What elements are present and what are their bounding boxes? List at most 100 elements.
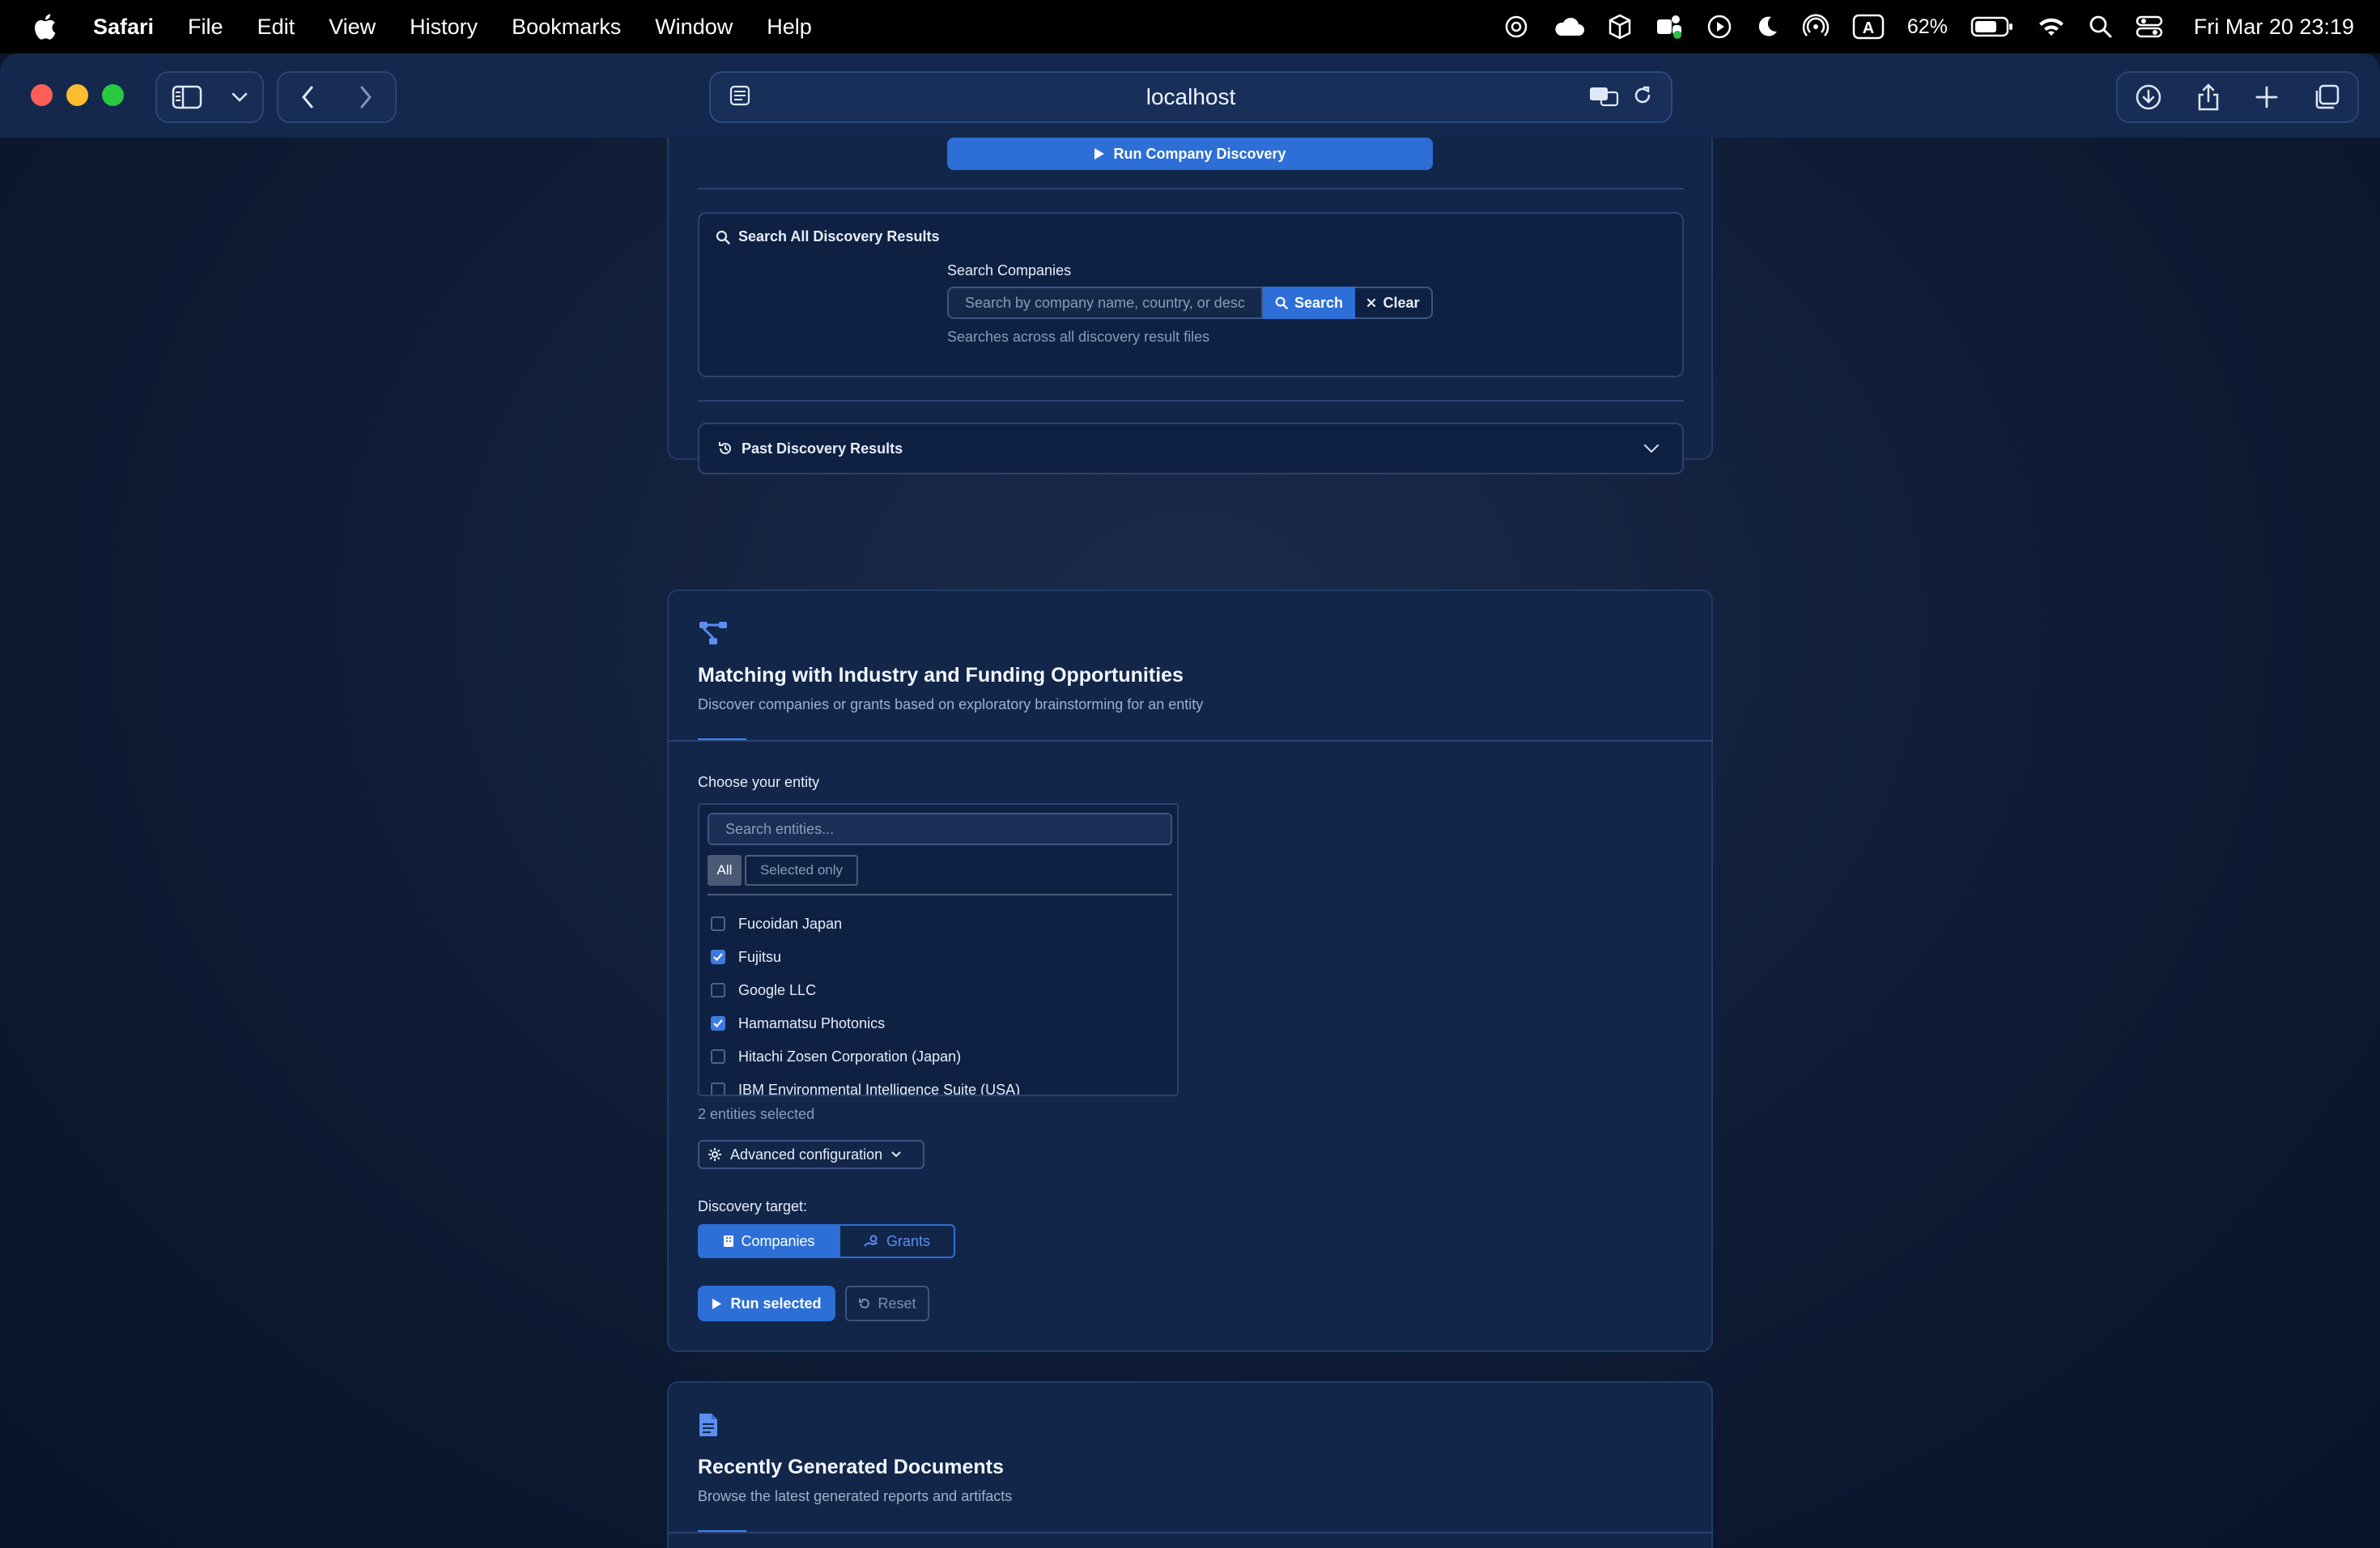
menu-app-name[interactable]: Safari [93, 15, 154, 40]
building-icon [724, 1235, 734, 1247]
zoom-window-button[interactable] [102, 84, 124, 106]
past-discovery-results-toggle[interactable]: Past Discovery Results [698, 423, 1684, 474]
close-window-button[interactable] [31, 84, 53, 106]
menu-history[interactable]: History [410, 15, 478, 40]
play-circle-icon[interactable] [1706, 14, 1732, 40]
advanced-configuration-toggle[interactable]: Advanced configuration [698, 1140, 924, 1169]
entity-name: Fucoidan Japan [738, 915, 843, 932]
openai-icon[interactable] [1502, 13, 1530, 40]
filter-all-button[interactable]: All [708, 855, 742, 886]
forward-icon[interactable] [359, 85, 373, 109]
browser-toolbar: localhost [0, 53, 2380, 138]
battery-icon[interactable] [1970, 16, 2014, 37]
search-button-label: Search [1294, 294, 1344, 311]
entity-name: Google LLC [738, 981, 817, 998]
play-icon [1094, 148, 1105, 159]
box-icon[interactable] [1608, 14, 1632, 40]
search-icon [716, 230, 730, 245]
share-icon[interactable] [2196, 83, 2221, 112]
menu-help[interactable]: Help [767, 15, 812, 40]
page-content: Run Company Discovery Search All Discove… [0, 138, 2380, 1548]
menu-bookmarks[interactable]: Bookmarks [512, 15, 621, 40]
company-discovery-card: Run Company Discovery Search All Discove… [667, 138, 1713, 474]
chevron-down-icon [891, 1151, 901, 1158]
search-companies-input[interactable] [947, 287, 1263, 319]
reload-icon[interactable] [1632, 84, 1653, 107]
teams-icon[interactable] [1655, 13, 1684, 40]
entity-checkbox[interactable] [711, 1016, 725, 1031]
target-grants-option[interactable]: Grants [840, 1224, 955, 1258]
moon-icon[interactable] [1755, 15, 1779, 39]
target-grants-label: Grants [886, 1232, 931, 1249]
entity-checkbox[interactable] [711, 1049, 725, 1064]
reset-button[interactable]: Reset [845, 1286, 929, 1321]
input-source-icon[interactable]: A [1852, 14, 1885, 40]
target-companies-option[interactable]: Companies [698, 1224, 840, 1258]
search-companies-label: Search Companies [947, 262, 1072, 279]
entity-search-input[interactable] [708, 813, 1172, 845]
network-icon [699, 622, 727, 644]
airdrop-icon[interactable] [1802, 13, 1830, 40]
search-results-title: Search All Discovery Results [738, 228, 940, 245]
address-bar[interactable]: localhost [709, 71, 1672, 123]
entity-checkbox[interactable] [711, 916, 725, 931]
choose-entity-label: Choose your entity [698, 774, 820, 790]
search-results-panel: Search All Discovery Results Search Comp… [698, 212, 1684, 377]
chevron-down-icon[interactable] [231, 91, 249, 103]
past-discovery-results-label: Past Discovery Results [742, 440, 903, 457]
check-icon [713, 953, 723, 961]
minimize-window-button[interactable] [66, 84, 88, 106]
translate-icon[interactable] [1588, 84, 1619, 107]
spotlight-search-icon[interactable] [2089, 15, 2113, 39]
page-menu-icon[interactable] [729, 84, 751, 107]
divider [669, 740, 1713, 742]
svg-text:A: A [1863, 19, 1874, 37]
entity-checkbox[interactable] [711, 983, 725, 997]
sidebar-icon[interactable] [172, 85, 202, 109]
selected-count: 2 entities selected [698, 1106, 815, 1122]
new-tab-icon[interactable] [2255, 85, 2279, 109]
documents-subtitle: Browse the latest generated reports and … [698, 1488, 1013, 1504]
run-selected-button[interactable]: Run selected [698, 1286, 835, 1321]
tab-overview-icon[interactable] [2313, 83, 2340, 111]
clear-button[interactable]: Clear [1355, 287, 1433, 319]
run-company-discovery-button[interactable]: Run Company Discovery [947, 138, 1433, 170]
search-button[interactable]: Search [1263, 287, 1355, 319]
close-icon [1367, 298, 1376, 308]
menu-file[interactable]: File [188, 15, 223, 40]
entity-row[interactable]: Hamamatsu Photonics [711, 1011, 885, 1036]
battery-percent: 62% [1906, 15, 1948, 38]
wifi-icon[interactable] [2037, 15, 2066, 39]
check-icon [713, 1019, 723, 1027]
divider [708, 894, 1172, 895]
clear-button-label: Clear [1383, 294, 1420, 311]
entity-row[interactable]: Fucoidan Japan [711, 912, 842, 936]
sidebar-toggle-group [155, 71, 264, 123]
entity-row[interactable]: Fujitsu [711, 945, 781, 969]
toolbar-actions [2116, 71, 2359, 123]
address-text[interactable]: localhost [1146, 84, 1236, 110]
window-controls [31, 84, 124, 106]
cloud-icon[interactable] [1553, 15, 1585, 39]
downloads-icon[interactable] [2135, 83, 2162, 111]
entity-row[interactable]: IBM Environmental Intelligence Suite (US… [711, 1078, 1020, 1095]
search-hint: Searches across all discovery result fil… [947, 329, 1210, 345]
menu-window[interactable]: Window [655, 15, 733, 40]
entity-name: Hitachi Zosen Corporation (Japan) [738, 1048, 962, 1065]
back-icon[interactable] [300, 85, 315, 109]
menu-edit[interactable]: Edit [257, 15, 295, 40]
apple-logo-icon[interactable] [32, 13, 57, 40]
entity-checkbox[interactable] [711, 1082, 725, 1095]
entity-checkbox[interactable] [711, 950, 725, 964]
menu-clock[interactable]: Fri Mar 20 23:19 [2194, 15, 2354, 40]
menu-bar: Safari File Edit View History Bookmarks … [0, 0, 2380, 53]
divider [669, 1532, 1713, 1533]
filter-selected-button[interactable]: Selected only [745, 855, 858, 886]
control-center-icon[interactable] [2136, 15, 2163, 39]
entity-row[interactable]: Google LLC [711, 978, 816, 1002]
documents-card: Recently Generated Documents Browse the … [667, 1381, 1713, 1548]
menu-view[interactable]: View [329, 15, 376, 40]
history-icon [719, 442, 731, 454]
entity-row[interactable]: Hitachi Zosen Corporation (Japan) [711, 1044, 961, 1069]
entity-name: Fujitsu [738, 948, 782, 965]
